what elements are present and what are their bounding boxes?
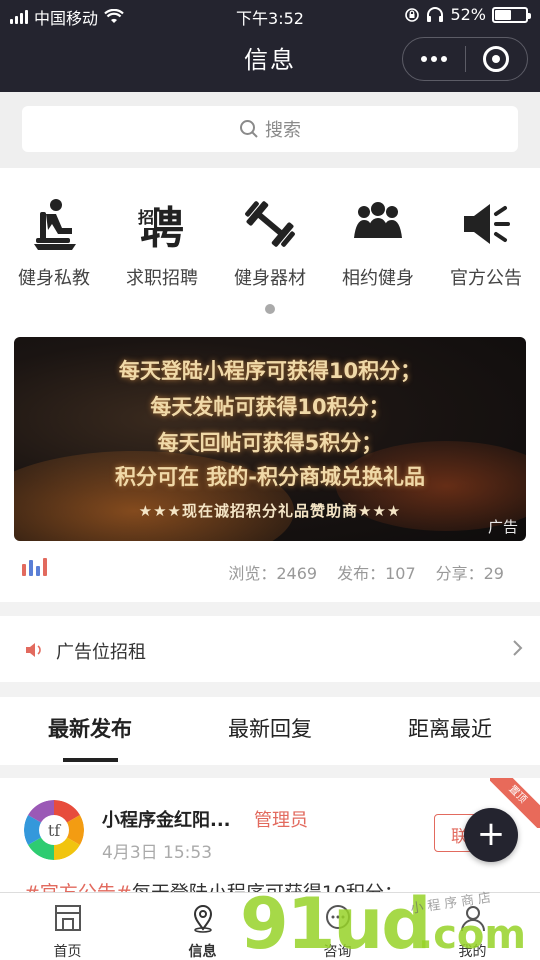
top-bar: 中国移动 下午3:52 52% 信息 (0, 0, 540, 92)
banner-line: 每天发帖可获得10积分； (150, 395, 390, 419)
ad-slot-row[interactable]: 广告位招租 (0, 616, 540, 682)
banner-card: 每天登陆小程序可获得10积分； 每天发帖可获得10积分； 每天回帖可获得5积分；… (0, 320, 540, 602)
stats-bars-icon (22, 558, 47, 576)
category-label: 求职招聘 (126, 268, 198, 289)
rotation-lock-icon (405, 7, 420, 22)
group-icon (354, 202, 402, 238)
views-count: 浏览：2469 (228, 564, 318, 583)
battery-icon (492, 6, 531, 23)
location-pin-icon (193, 905, 212, 933)
tab-latest-posts[interactable]: 最新发布 (0, 713, 180, 743)
feed-tabs: 最新发布 最新回复 距离最近 (0, 697, 540, 765)
tab-consult[interactable]: 咨询 (270, 901, 405, 960)
tab-info[interactable]: 信息 (135, 901, 270, 960)
more-button[interactable] (403, 38, 465, 80)
headphones-icon (427, 6, 444, 22)
category-recruit[interactable]: 聘 招 求职招聘 (108, 194, 216, 290)
svg-text:tf: tf (48, 821, 61, 840)
category-equipment[interactable]: 健身器材 (216, 194, 324, 290)
banner-line: 积分可在 我的-积分商城兑换礼品 (114, 465, 426, 489)
category-label: 官方公告 (450, 268, 522, 289)
tab-latest-replies[interactable]: 最新回复 (180, 713, 360, 743)
avatar[interactable]: tf (24, 800, 84, 860)
tab-label: 咨询 (323, 944, 352, 960)
more-dots-icon (420, 56, 447, 62)
category-announcement[interactable]: 官方公告 (432, 194, 540, 290)
author-name[interactable]: 小程序金红阳... (102, 806, 231, 832)
add-post-button[interactable]: + (464, 808, 518, 862)
category-meetup[interactable]: 相约健身 (324, 194, 432, 290)
megaphone-icon (464, 204, 510, 244)
tab-label: 信息 (188, 944, 217, 960)
search-area: 搜索 (0, 92, 540, 168)
person-icon (460, 906, 485, 932)
speaker-icon (26, 643, 41, 657)
post-date: 4月3日 15:53 (102, 843, 213, 863)
chevron-right-icon (512, 638, 524, 663)
home-icon (54, 905, 81, 931)
tab-label: 我的 (458, 944, 487, 960)
banner-line: 每天登陆小程序可获得10积分； (118, 359, 422, 383)
search-placeholder: 搜索 (265, 120, 301, 141)
close-target-icon (483, 46, 510, 72)
posts-count: 发布：107 (337, 564, 416, 583)
status-bar: 中国移动 下午3:52 52% (0, 0, 540, 30)
miniprogram-capsule (402, 37, 528, 81)
stats-row: 浏览：2469 发布：107 分享：29 (0, 554, 540, 584)
category-personal-trainer[interactable]: 健身私教 (0, 194, 108, 290)
shares-count: 分享：29 (435, 564, 504, 583)
tab-indicator (63, 758, 118, 762)
battery-percent: 52% (450, 5, 486, 24)
banner-line: 每天回帖可获得5积分； (157, 431, 383, 455)
promo-banner[interactable]: 每天登陆小程序可获得10积分； 每天发帖可获得10积分； 每天回帖可获得5积分；… (14, 337, 526, 541)
banner-stars-line: ★★★现在诚招积分礼品赞助商★★★ (138, 502, 402, 520)
search-input[interactable]: 搜索 (22, 106, 518, 152)
role-badge: 管理员 (254, 810, 308, 831)
category-label: 相约健身 (342, 268, 414, 289)
dumbbell-icon (245, 201, 295, 247)
recruit-icon: 聘 招 (138, 203, 184, 254)
tab-home[interactable]: 首页 (0, 901, 135, 960)
personal-trainer-icon (34, 199, 76, 250)
chat-icon (325, 905, 350, 929)
category-grid: 健身私教 聘 招 求职招聘 健身器材 相约健身 官方公告 (0, 168, 540, 320)
search-icon (240, 120, 258, 138)
close-miniprogram-button[interactable] (466, 38, 528, 80)
battery-fill (495, 9, 511, 20)
tab-nearest[interactable]: 距离最近 (360, 713, 540, 743)
pager-dot (265, 304, 275, 314)
category-label: 健身私教 (18, 268, 90, 289)
tab-mine[interactable]: 我的 (405, 901, 540, 960)
category-label: 健身器材 (234, 268, 306, 289)
bottom-nav: 首页 信息 咨询 我的 (0, 892, 540, 960)
ad-label: 广告 (487, 518, 518, 536)
tab-label: 首页 (53, 944, 82, 960)
ad-slot-label: 广告位招租 (56, 642, 146, 663)
